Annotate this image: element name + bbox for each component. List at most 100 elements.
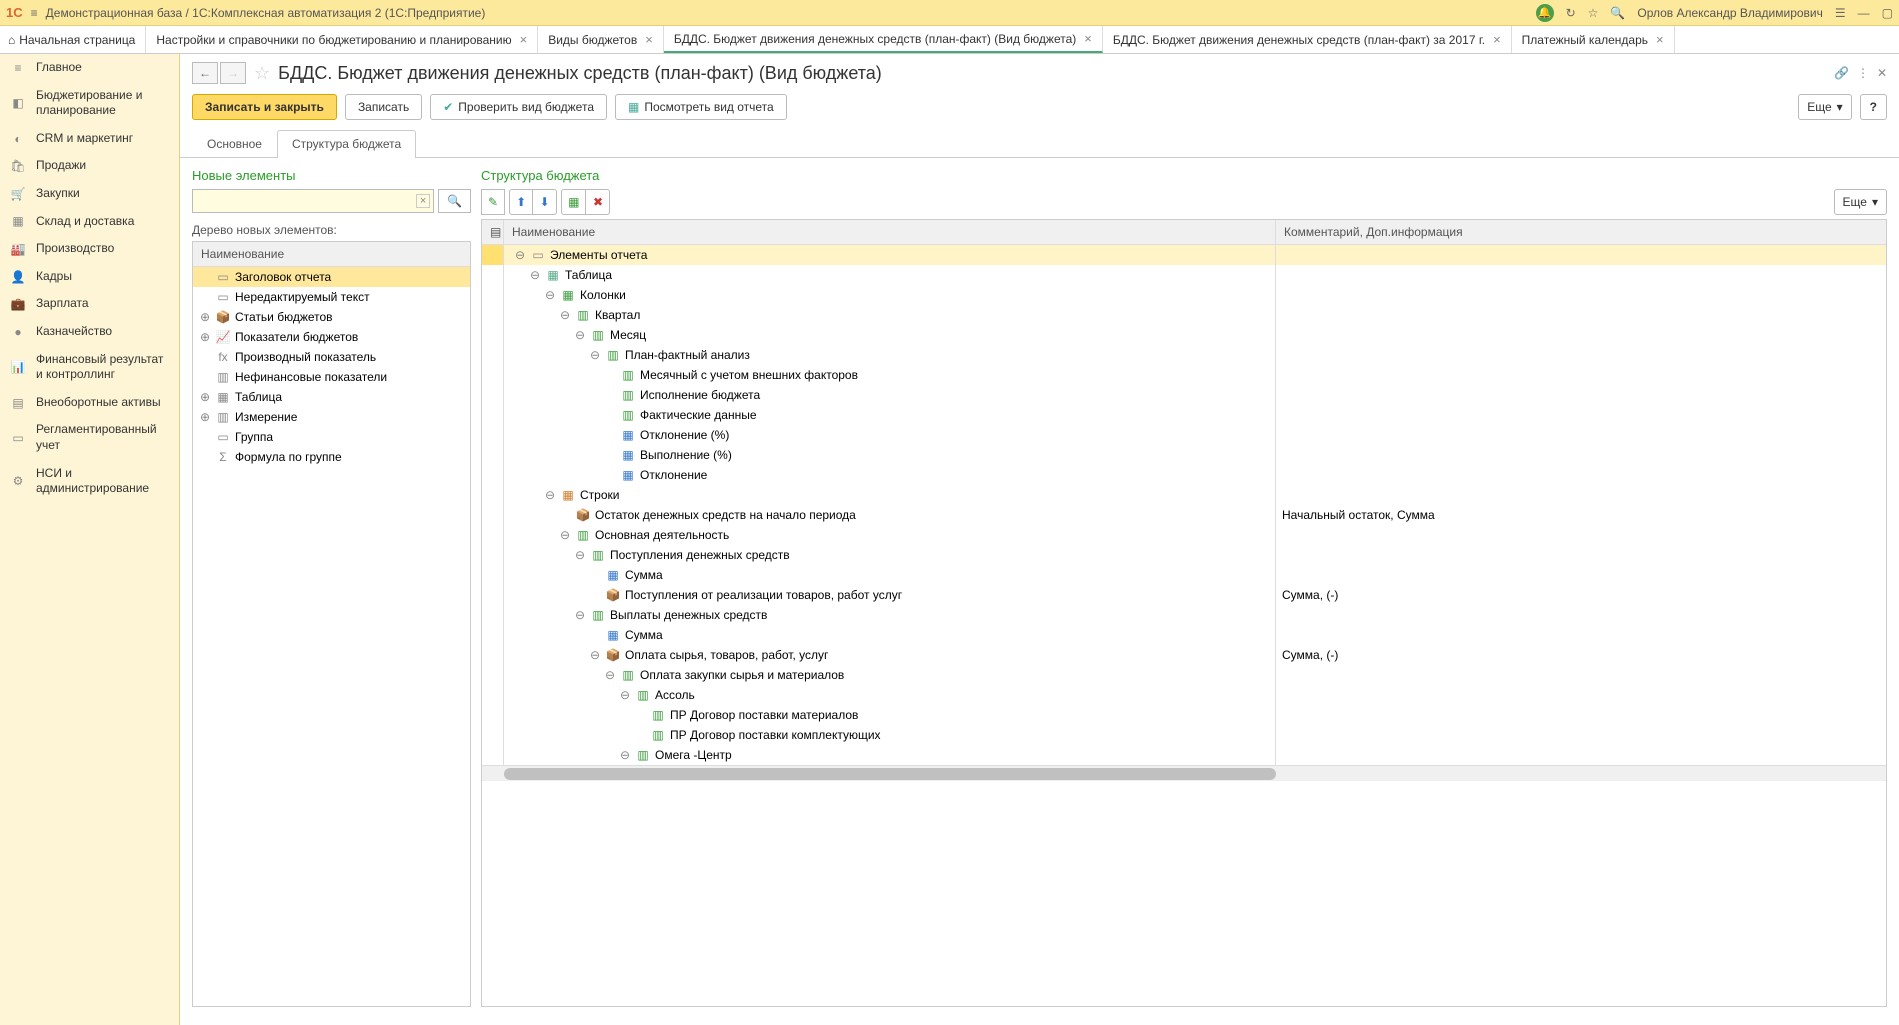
element-tree-row[interactable]: ⊕▦Таблица bbox=[193, 387, 470, 407]
expand-icon[interactable]: ⊖ bbox=[574, 608, 586, 622]
drag-handle-icon[interactable] bbox=[482, 265, 504, 285]
search-icon[interactable]: 🔍 bbox=[1610, 6, 1625, 20]
sidebar-item-0[interactable]: ≡Главное bbox=[0, 54, 179, 82]
nav-back-button[interactable]: ← bbox=[192, 62, 218, 84]
user-name[interactable]: Орлов Александр Владимирович bbox=[1637, 6, 1823, 20]
drag-handle-icon[interactable] bbox=[482, 625, 504, 645]
sidebar-item-3[interactable]: 🛍Продажи bbox=[0, 152, 179, 180]
move-up-button[interactable]: ⬆ bbox=[509, 189, 533, 215]
tab-5[interactable]: Платежный календарь× bbox=[1512, 26, 1675, 53]
more-vert-icon[interactable]: ⋮ bbox=[1857, 66, 1869, 80]
expand-icon[interactable]: ⊖ bbox=[589, 648, 601, 662]
drag-handle-icon[interactable] bbox=[482, 465, 504, 485]
main-menu-icon[interactable]: ≡ bbox=[31, 6, 38, 20]
tab-structure[interactable]: Структура бюджета bbox=[277, 130, 416, 158]
structure-row[interactable]: ▥Месячный с учетом внешних факторов bbox=[482, 365, 1886, 385]
move-down-button[interactable]: ⬇ bbox=[533, 189, 557, 215]
tab-close-icon[interactable]: × bbox=[645, 32, 653, 47]
structure-row[interactable]: ⊖▭Элементы отчета bbox=[482, 245, 1886, 265]
settings-bars-icon[interactable]: ☰ bbox=[1835, 6, 1846, 20]
save-and-close-button[interactable]: Записать и закрыть bbox=[192, 94, 337, 120]
expand-icon[interactable]: ⊕ bbox=[199, 410, 211, 424]
expand-icon[interactable]: ⊖ bbox=[589, 348, 601, 362]
add-struct-button[interactable]: ▦ bbox=[561, 189, 586, 215]
minimize-icon[interactable]: — bbox=[1858, 6, 1870, 20]
tab-close-icon[interactable]: × bbox=[1084, 31, 1092, 46]
structure-row[interactable]: ⊖📦Оплата сырья, товаров, работ, услугСум… bbox=[482, 645, 1886, 665]
structure-row[interactable]: ⊖▦Колонки bbox=[482, 285, 1886, 305]
expand-icon[interactable]: ⊖ bbox=[559, 308, 571, 322]
expand-icon[interactable]: ⊖ bbox=[514, 248, 526, 262]
drag-handle-icon[interactable] bbox=[482, 325, 504, 345]
drag-handle-icon[interactable] bbox=[482, 665, 504, 685]
drag-handle-icon[interactable] bbox=[482, 425, 504, 445]
help-button[interactable]: ? bbox=[1860, 94, 1887, 120]
expand-icon[interactable]: ⊖ bbox=[619, 688, 631, 702]
drag-handle-icon[interactable] bbox=[482, 365, 504, 385]
structure-row[interactable]: 📦Поступления от реализации товаров, рабо… bbox=[482, 585, 1886, 605]
expand-icon[interactable]: ⊕ bbox=[199, 390, 211, 404]
expand-icon[interactable]: ⊖ bbox=[619, 748, 631, 762]
drag-handle-icon[interactable] bbox=[482, 645, 504, 665]
drag-handle-icon[interactable] bbox=[482, 705, 504, 725]
sidebar-item-7[interactable]: 👤Кадры bbox=[0, 263, 179, 291]
structure-row[interactable]: ▦Сумма bbox=[482, 565, 1886, 585]
expand-icon[interactable]: ⊕ bbox=[199, 310, 211, 324]
delete-struct-button[interactable]: ✖ bbox=[586, 189, 610, 215]
drag-handle-icon[interactable] bbox=[482, 405, 504, 425]
structure-row[interactable]: ⊖▥Квартал bbox=[482, 305, 1886, 325]
sidebar-item-13[interactable]: ⚙НСИ и администрирование bbox=[0, 460, 179, 503]
history-icon[interactable]: ↻ bbox=[1566, 6, 1576, 20]
element-tree-row[interactable]: ΣФормула по группе bbox=[193, 447, 470, 467]
expand-icon[interactable]: ⊖ bbox=[559, 528, 571, 542]
notifications-icon[interactable]: 🔔 bbox=[1536, 4, 1554, 22]
element-tree-row[interactable]: ▭Группа bbox=[193, 427, 470, 447]
structure-row[interactable]: ⊖▥Ассоль bbox=[482, 685, 1886, 705]
structure-row[interactable]: ▦Отклонение (%) bbox=[482, 425, 1886, 445]
structure-row[interactable]: ⊖▥Месяц bbox=[482, 325, 1886, 345]
structure-row[interactable]: 📦Остаток денежных средств на начало пери… bbox=[482, 505, 1886, 525]
element-tree-row[interactable]: ⊕📦Статьи бюджетов bbox=[193, 307, 470, 327]
element-tree-row[interactable]: ▭Заголовок отчета bbox=[193, 267, 470, 287]
drag-handle-icon[interactable] bbox=[482, 545, 504, 565]
sidebar-item-6[interactable]: 🏭Производство bbox=[0, 235, 179, 263]
structure-row[interactable]: ⊖▥Омега -Центр bbox=[482, 745, 1886, 765]
sidebar-item-5[interactable]: ▦Склад и доставка bbox=[0, 208, 179, 236]
tab-3[interactable]: БДДС. Бюджет движения денежных средств (… bbox=[664, 26, 1103, 53]
expand-icon[interactable]: ⊖ bbox=[544, 488, 556, 502]
favorite-star-icon[interactable]: ☆ bbox=[254, 63, 270, 84]
col-name-header[interactable]: Наименование bbox=[504, 220, 1276, 244]
sidebar-item-1[interactable]: ◧Бюджетирование и планирование bbox=[0, 82, 179, 125]
drag-handle-icon[interactable] bbox=[482, 305, 504, 325]
drag-handle-icon[interactable] bbox=[482, 245, 504, 265]
horizontal-scrollbar[interactable] bbox=[482, 765, 1886, 781]
expand-icon[interactable]: ⊖ bbox=[604, 668, 616, 682]
expand-icon[interactable]: ⊕ bbox=[199, 330, 211, 344]
structure-row[interactable]: ⊖▦Таблица bbox=[482, 265, 1886, 285]
search-button[interactable]: 🔍 bbox=[438, 189, 471, 213]
structure-row[interactable]: ⊖▥Поступления денежных средств bbox=[482, 545, 1886, 565]
tab-2[interactable]: Виды бюджетов× bbox=[538, 26, 664, 53]
expand-icon[interactable]: ⊖ bbox=[574, 548, 586, 562]
element-tree-row[interactable]: ⊕▥Измерение bbox=[193, 407, 470, 427]
structure-row[interactable]: ⊖▥Выплаты денежных средств bbox=[482, 605, 1886, 625]
sidebar-item-2[interactable]: ◐CRM и маркетинг bbox=[0, 125, 179, 153]
structure-row[interactable]: ▥ПР Договор поставки комплектующих bbox=[482, 725, 1886, 745]
element-tree-row[interactable]: ⊕📈Показатели бюджетов bbox=[193, 327, 470, 347]
tab-home[interactable]: ⌂Начальная страница bbox=[0, 26, 146, 53]
tab-1[interactable]: Настройки и справочники по бюджетировани… bbox=[146, 26, 538, 53]
save-button[interactable]: Записать bbox=[345, 94, 422, 120]
col-comment-header[interactable]: Комментарий, Доп.информация bbox=[1276, 220, 1886, 244]
drag-handle-icon[interactable] bbox=[482, 745, 504, 765]
structure-row[interactable]: ⊖▦Строки bbox=[482, 485, 1886, 505]
drag-handle-icon[interactable] bbox=[482, 605, 504, 625]
link-icon[interactable]: 🔗 bbox=[1834, 66, 1849, 80]
drag-handle-icon[interactable] bbox=[482, 585, 504, 605]
structure-row[interactable]: ▦Отклонение bbox=[482, 465, 1886, 485]
expand-icon[interactable]: ⊖ bbox=[544, 288, 556, 302]
structure-row[interactable]: ⊖▥План-фактный анализ bbox=[482, 345, 1886, 365]
more-button[interactable]: Еще ▾ bbox=[1798, 94, 1851, 120]
sidebar-item-10[interactable]: 📊Финансовый результат и контроллинг bbox=[0, 346, 179, 389]
drag-handle-icon[interactable] bbox=[482, 485, 504, 505]
element-tree-row[interactable]: fxПроизводный показатель bbox=[193, 347, 470, 367]
